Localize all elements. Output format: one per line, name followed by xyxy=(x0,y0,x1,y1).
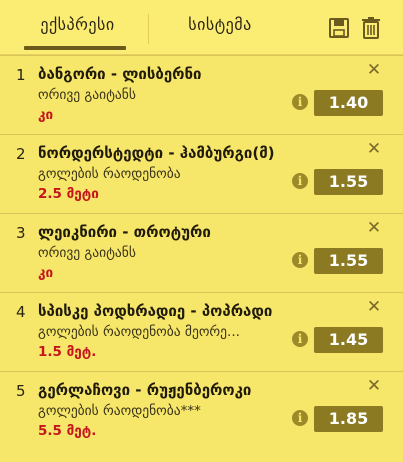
close-icon[interactable]: ✕ xyxy=(366,141,382,158)
close-icon[interactable]: ✕ xyxy=(366,378,382,395)
trash-icon[interactable] xyxy=(360,16,382,40)
bet-number: 2 xyxy=(16,145,26,163)
bet-market: გოლების რაოდენობა xyxy=(38,166,181,182)
tab-system[interactable]: სისტემა xyxy=(180,15,260,41)
bet-pick: 5.5 მეტ. xyxy=(38,423,97,439)
bet-pick: 2.5 მეტი xyxy=(38,186,99,202)
info-icon[interactable]: i xyxy=(292,410,308,426)
info-icon[interactable]: i xyxy=(292,252,308,268)
bet-pick: კი xyxy=(38,265,54,281)
info-icon[interactable]: i xyxy=(292,331,308,347)
bet-row: 5 გერლაჩოვი - რუჟენბეროკი გოლების რაოდენ… xyxy=(0,371,403,451)
bet-row: 4 სპისკე პოდხრადიე - პოპრადი გოლების რაო… xyxy=(0,292,403,372)
betslip-header: ექსპრესი სისტემა xyxy=(0,0,403,55)
bet-event-title: ნორდერსტედტი - ჰამბურგი(მ) xyxy=(38,144,275,162)
bet-number: 1 xyxy=(16,66,26,84)
bet-number: 4 xyxy=(16,303,26,321)
active-tab-indicator xyxy=(24,46,126,50)
odds-badge: 1.45 xyxy=(314,327,383,353)
bet-market: ორივე გაიტანს xyxy=(38,87,136,103)
bet-row: 2 ნორდერსტედტი - ჰამბურგი(მ) გოლების რაო… xyxy=(0,134,403,214)
bet-market: გოლების რაოდენობა მეორე... xyxy=(38,324,240,340)
bet-event-title: ბანგორი - ლისბერნი xyxy=(38,65,202,83)
bet-pick: 1.5 მეტ. xyxy=(38,344,97,360)
close-icon[interactable]: ✕ xyxy=(366,220,382,237)
bet-row: 1 ბანგორი - ლისბერნი ორივე გაიტანს კი ✕ … xyxy=(0,55,403,135)
close-icon[interactable]: ✕ xyxy=(366,62,382,79)
bet-row: 3 ლეიკნირი - თროტური ორივე გაიტანს კი ✕ … xyxy=(0,213,403,293)
bet-number: 3 xyxy=(16,224,26,242)
tab-express[interactable]: ექსპრესი xyxy=(28,15,127,41)
save-icon[interactable] xyxy=(328,16,350,40)
bet-number: 5 xyxy=(16,382,26,400)
odds-badge: 1.85 xyxy=(314,406,383,432)
tab-divider xyxy=(148,14,149,44)
bet-market: ორივე გაიტანს xyxy=(38,245,136,261)
odds-badge: 1.40 xyxy=(314,90,383,116)
bet-market: გოლების რაოდენობა*** xyxy=(38,403,201,419)
odds-badge: 1.55 xyxy=(314,169,383,195)
bet-event-title: სპისკე პოდხრადიე - პოპრადი xyxy=(38,302,273,320)
close-icon[interactable]: ✕ xyxy=(366,299,382,316)
bet-pick: კი xyxy=(38,107,54,123)
bet-event-title: გერლაჩოვი - რუჟენბეროკი xyxy=(38,381,252,399)
odds-badge: 1.55 xyxy=(314,248,383,274)
info-icon[interactable]: i xyxy=(292,94,308,110)
info-icon[interactable]: i xyxy=(292,173,308,189)
bet-event-title: ლეიკნირი - თროტური xyxy=(38,223,211,241)
